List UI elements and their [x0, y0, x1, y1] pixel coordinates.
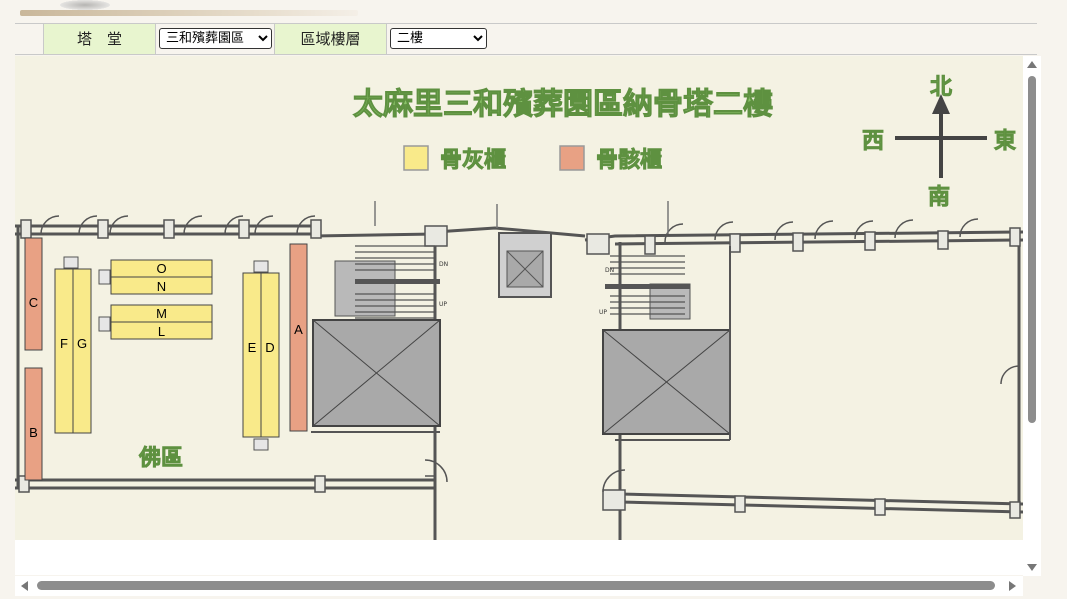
cabinet-label: B: [29, 425, 38, 440]
vertical-scroll-thumb[interactable]: [1028, 76, 1036, 423]
void-east: [602, 329, 731, 435]
cabinet-g[interactable]: [72, 268, 92, 434]
stair-mark: UP: [599, 309, 607, 316]
toolbar: 塔 堂 三和殯葬園區 區域樓層 二樓: [15, 23, 1037, 55]
cabinet-label: E: [248, 340, 257, 355]
tower-select[interactable]: 三和殯葬園區: [159, 28, 272, 49]
horizontal-scroll-thumb[interactable]: [37, 581, 995, 590]
floor-select[interactable]: 二樓: [390, 28, 487, 49]
site-logo: [60, 0, 110, 10]
cabinet-label: C: [29, 295, 38, 310]
stair-mark: DN: [439, 261, 448, 268]
scroll-down-icon[interactable]: [1027, 564, 1037, 571]
floor-map: 太麻里三和殯葬園區納骨塔二樓 骨灰櫃 骨骸櫃 北 南 東 西 DN UP DN …: [15, 56, 1023, 540]
cabinet-label: L: [158, 324, 165, 339]
horizontal-scrollbar[interactable]: [15, 576, 1023, 596]
compass-south: 南: [928, 185, 950, 210]
viewport-bottom-area: [15, 540, 1023, 575]
compass-west: 西: [862, 129, 884, 154]
tower-select-cell: 三和殯葬園區: [155, 24, 274, 54]
legend-ash-swatch: [403, 145, 429, 171]
cabinet-d[interactable]: [260, 272, 280, 438]
cabinet-c[interactable]: [24, 237, 43, 351]
scroll-right-icon[interactable]: [1009, 581, 1016, 591]
map-title: 太麻里三和殯葬園區納骨塔二樓: [353, 87, 773, 122]
legend-ash-label: 骨灰櫃: [440, 147, 506, 173]
cabinet-a[interactable]: [289, 243, 308, 432]
cabinet-label: M: [156, 306, 167, 321]
vertical-scrollbar[interactable]: [1023, 56, 1041, 576]
area-floor-label: 區域樓層: [274, 24, 386, 54]
compass-east: 東: [994, 129, 1016, 154]
floor-select-cell: 二樓: [386, 24, 1037, 54]
tower-label: 塔 堂: [43, 24, 155, 54]
cabinet-label: A: [294, 322, 303, 337]
scroll-left-icon[interactable]: [21, 581, 28, 591]
legend-bone-swatch: [559, 145, 585, 171]
compass-north: 北: [930, 75, 952, 100]
stair-mark: DN: [605, 267, 614, 274]
scroll-up-icon[interactable]: [1027, 61, 1037, 68]
elevator-icon: [498, 232, 552, 298]
cabinet-f[interactable]: [54, 268, 74, 434]
cabinet-label: D: [265, 340, 274, 355]
floor-map-viewport[interactable]: 太麻里三和殯葬園區納骨塔二樓 骨灰櫃 骨骸櫃 北 南 東 西 DN UP DN …: [15, 56, 1023, 540]
cabinet-label: N: [157, 279, 166, 294]
stair-mark: UP: [439, 301, 447, 308]
cabinet-b[interactable]: [24, 367, 43, 481]
zone-label: 佛區: [138, 446, 183, 471]
legend-bone-label: 骨骸櫃: [596, 147, 662, 173]
cabinet-label: F: [60, 336, 68, 351]
header-decoration: [20, 10, 358, 16]
cabinet-e[interactable]: [242, 272, 262, 438]
void-west: [312, 319, 441, 427]
cabinet-label: O: [156, 261, 166, 276]
cabinet-label: G: [77, 336, 87, 351]
